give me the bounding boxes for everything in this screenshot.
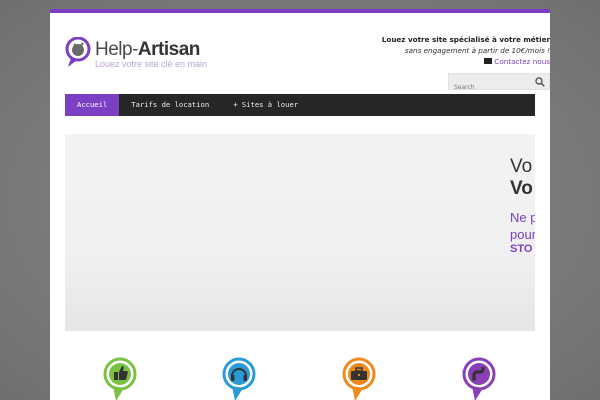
hero-line-4: pour [510, 227, 535, 242]
page-container: Help-Artisan Louez votre site clé en mai… [50, 9, 550, 400]
logo-tagline: Louez votre site clé en main [95, 59, 208, 69]
search-box [448, 73, 550, 95]
nav-item-sites[interactable]: + Sites à louer [221, 94, 310, 116]
hero-line-3: Ne p [510, 210, 535, 225]
contact-link[interactable]: Contactez nous [382, 56, 550, 67]
header-promo: Louez votre site spécialisé à votre méti… [382, 34, 550, 67]
search-input[interactable] [449, 80, 529, 95]
logo-pin-icon [65, 37, 91, 67]
site-logo[interactable]: Help-Artisan Louez votre site clé en mai… [65, 37, 225, 77]
main-nav: Accueil Tarifs de location + Sites à lou… [65, 94, 535, 116]
hero-line-2: Vo [510, 178, 533, 199]
promo-title: Louez votre site spécialisé à votre méti… [381, 35, 550, 44]
pipe-icon[interactable] [461, 357, 497, 400]
logo-wordmark: Help-Artisan [95, 39, 200, 60]
thumbs-up-icon[interactable] [102, 357, 138, 400]
toolbox-icon[interactable] [341, 357, 377, 400]
hero-line-5: STO [510, 243, 533, 255]
hero-slider[interactable]: Vo Vo Ne p pour STO [65, 134, 535, 331]
hero-line-1: Vo [510, 156, 533, 177]
mail-icon [484, 58, 493, 64]
promo-subtitle: sans engagement à partir de 10€/mois ! [404, 46, 550, 55]
contact-link-label: Contactez nous [494, 57, 550, 66]
nav-item-tarifs[interactable]: Tarifs de location [119, 94, 221, 116]
search-icon[interactable] [535, 77, 545, 87]
headset-icon[interactable] [221, 357, 257, 400]
nav-item-accueil[interactable]: Accueil [65, 94, 120, 116]
